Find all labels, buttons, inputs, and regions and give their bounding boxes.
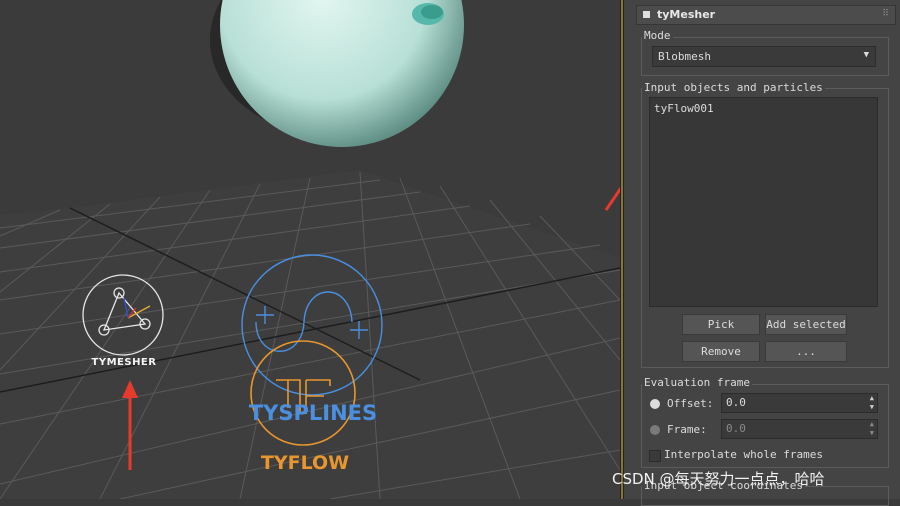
inputs-label: Input objects and particles	[642, 81, 825, 94]
frame-label: Frame:	[667, 423, 707, 436]
frame-radio[interactable]	[650, 425, 660, 435]
tyflow-label: TYFLOW	[260, 452, 350, 474]
offset-radio[interactable]	[650, 399, 660, 409]
rollout-title: tyMesher	[657, 8, 716, 21]
offset-value: 0.0	[726, 396, 746, 409]
blobmesh-sphere	[210, 0, 464, 147]
rollout-header-tymesher[interactable]: tyMesher ⠿	[636, 5, 896, 25]
add-selected-button[interactable]: Add selected	[765, 314, 847, 335]
pick-button[interactable]: Pick	[682, 314, 760, 335]
more-options-button[interactable]: ...	[765, 341, 847, 362]
interpolate-label: Interpolate whole frames	[664, 448, 823, 461]
spinner-arrows-icon[interactable]: ▲ ▼	[870, 394, 874, 412]
mode-dropdown[interactable]: Blobmesh ▼	[652, 46, 876, 67]
frame-spinner[interactable]: 0.0 ▲ ▼	[721, 419, 878, 439]
tymesher-label: TYMESHER	[91, 357, 157, 368]
rollout-toggle-icon[interactable]	[643, 11, 650, 18]
command-panel: tyMesher ⠿ Mode Blobmesh ▼ Input objects…	[624, 0, 900, 506]
frame-value: 0.0	[726, 422, 746, 435]
spinner-arrows-icon[interactable]: ▲ ▼	[870, 420, 874, 438]
interpolate-checkbox[interactable]	[649, 450, 661, 462]
chevron-down-icon: ▼	[863, 50, 869, 60]
mode-selected-value: Blobmesh	[658, 50, 711, 63]
list-item[interactable]: tyFlow001	[654, 102, 714, 115]
3d-viewport[interactable]: TYMESHER TYSPLINES TYFLOW	[0, 0, 620, 499]
tysplines-label: TYSPLINES	[248, 401, 378, 425]
offset-spinner[interactable]: 0.0 ▲ ▼	[721, 393, 878, 413]
grip-icon[interactable]: ⠿	[882, 9, 889, 19]
offset-label: Offset:	[667, 397, 714, 410]
watermark: CSDN @每天努力一点点，哈哈	[612, 470, 825, 488]
input-objects-list[interactable]: tyFlow001	[649, 97, 878, 307]
remove-button[interactable]: Remove	[682, 341, 760, 362]
evaluation-label: Evaluation frame	[642, 376, 752, 389]
mode-label: Mode	[642, 29, 673, 42]
